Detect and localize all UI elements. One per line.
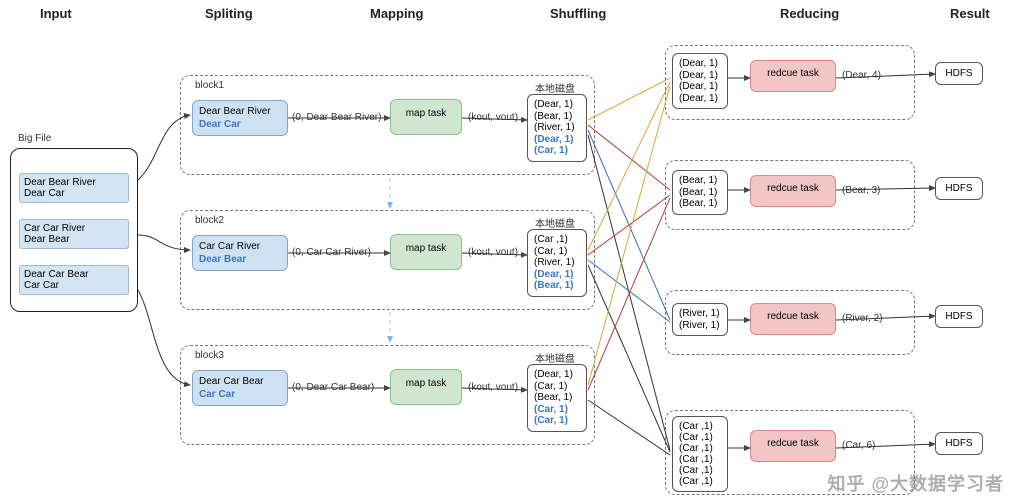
big-file-box: Dear Bear River Dear Car Car Car River D… bbox=[10, 148, 138, 312]
block1-disk-label: 本地磁盘 bbox=[535, 80, 575, 95]
reduce3-hdfs: HDFS bbox=[935, 432, 983, 455]
block1-disk: (Dear, 1) (Bear, 1) (River, 1) (Dear, 1)… bbox=[527, 94, 587, 162]
reduce0-out: (Dear, 4) bbox=[842, 70, 881, 81]
block3-maptask: map task bbox=[390, 369, 462, 405]
reduce2-in: (River, 1)(River, 1) bbox=[672, 303, 728, 336]
block2-map-in: (0, Car Car River) bbox=[292, 247, 371, 258]
stage-mapping: Mapping bbox=[370, 6, 423, 21]
stage-splitting: Spliting bbox=[205, 6, 253, 21]
reduce1-hdfs: HDFS bbox=[935, 177, 983, 200]
block2-disk-label: 本地磁盘 bbox=[535, 215, 575, 230]
reduce1-in: (Bear, 1)(Bear, 1)(Bear, 1) bbox=[672, 170, 728, 215]
big-file-label: Big File bbox=[18, 133, 51, 144]
reduce3-out: (Car, 6) bbox=[842, 440, 875, 451]
stage-result: Result bbox=[950, 6, 990, 21]
reduce2-hdfs: HDFS bbox=[935, 305, 983, 328]
watermark: 知乎 @大数据学习者 bbox=[827, 470, 1004, 496]
block1-label: block1 bbox=[195, 80, 224, 91]
block2-kout: (kout, vout) bbox=[468, 247, 518, 258]
block3-label: block3 bbox=[195, 350, 224, 361]
block2-maptask: map task bbox=[390, 234, 462, 270]
reduce1-out: (Bear, 3) bbox=[842, 185, 880, 196]
block2-label: block2 bbox=[195, 215, 224, 226]
block2-split: Car Car River Dear Bear bbox=[192, 235, 288, 271]
block2-disk: (Car ,1) (Car, 1) (River, 1) (Dear, 1) (… bbox=[527, 229, 587, 297]
input-split-0: Dear Bear River Dear Car bbox=[19, 173, 129, 203]
block3-disk-label: 本地磁盘 bbox=[535, 350, 575, 365]
block1-kout: (kout, vout) bbox=[468, 112, 518, 123]
input-split-2: Dear Car Bear Car Car bbox=[19, 265, 129, 295]
block3-kout: (kout, vout) bbox=[468, 382, 518, 393]
reduce2-task: redcue task bbox=[750, 303, 836, 335]
block3-disk: (Dear, 1) (Car, 1) (Bear, 1) (Car, 1) (C… bbox=[527, 364, 587, 432]
reduce0-task: redcue task bbox=[750, 60, 836, 92]
reduce0-in: (Dear, 1)(Dear, 1)(Dear, 1)(Dear, 1) bbox=[672, 53, 728, 109]
reduce0-hdfs: HDFS bbox=[935, 62, 983, 85]
input-split-1: Car Car River Dear Bear bbox=[19, 219, 129, 249]
reduce2-out: (River, 2) bbox=[842, 313, 883, 324]
block1-map-in: (0, Dear Bear River) bbox=[292, 112, 381, 123]
stage-reducing: Reducing bbox=[780, 6, 839, 21]
block1-maptask: map task bbox=[390, 99, 462, 135]
block1-split: Dear Bear River Dear Car bbox=[192, 100, 288, 136]
reduce3-task: redcue task bbox=[750, 430, 836, 462]
reduce1-task: redcue task bbox=[750, 175, 836, 207]
block3-map-in: (0, Dear Car Bear) bbox=[292, 382, 374, 393]
stage-input: Input bbox=[40, 6, 72, 21]
reduce3-in: (Car ,1)(Car ,1)(Car ,1)(Car ,1)(Car ,1)… bbox=[672, 416, 728, 492]
block3-split: Dear Car Bear Car Car bbox=[192, 370, 288, 406]
stage-shuffling: Shuffling bbox=[550, 6, 606, 21]
